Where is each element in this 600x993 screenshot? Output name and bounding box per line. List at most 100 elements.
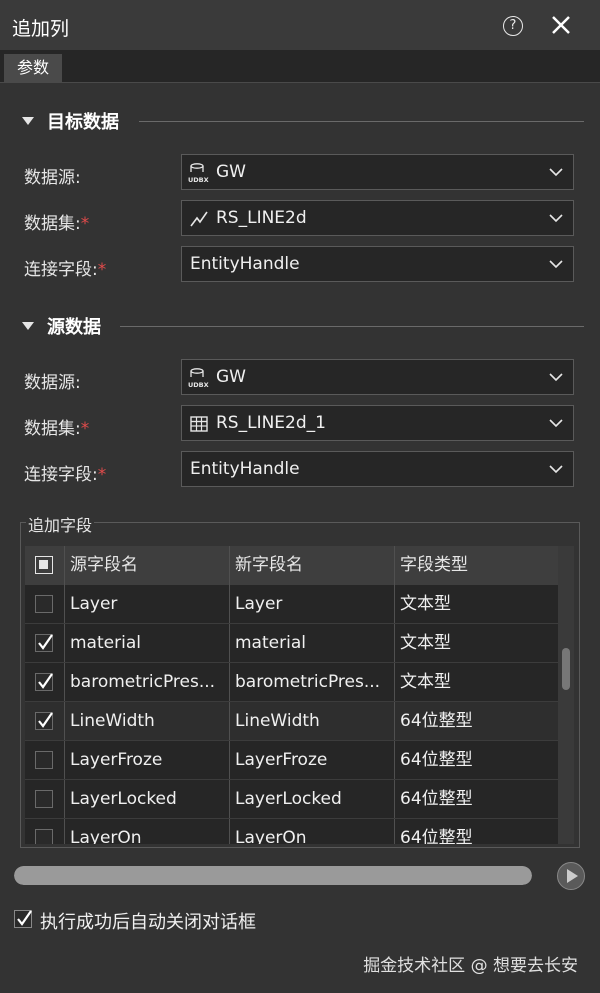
- close-icon[interactable]: [548, 12, 574, 38]
- row-checkbox-cell[interactable]: [25, 585, 64, 624]
- source-datasource-combo[interactable]: UDBX GW: [181, 359, 574, 395]
- checkmark-icon: [17, 910, 32, 926]
- required-mark: *: [97, 260, 107, 280]
- row-checkbox[interactable]: [35, 595, 53, 613]
- title-bar: 追加列 ?: [0, 0, 600, 50]
- chevron-down-icon: [549, 419, 563, 428]
- source-link-field-value: EntityHandle: [190, 459, 300, 479]
- run-button[interactable]: [557, 862, 585, 890]
- scrollbar-thumb[interactable]: [562, 648, 570, 690]
- source-section-title: 源数据: [47, 317, 101, 338]
- row-checkbox[interactable]: [35, 634, 53, 652]
- row-checkbox-cell[interactable]: [25, 624, 64, 663]
- line-dataset-icon: [190, 211, 208, 227]
- field-type-cell: 64位整型: [400, 711, 473, 731]
- select-all-checkbox[interactable]: [35, 556, 53, 574]
- source-datasource-value: GW: [216, 367, 246, 387]
- row-checkbox-cell[interactable]: [25, 780, 64, 819]
- target-dataset-label: 数据集:*: [24, 214, 90, 234]
- source-link-field-combo[interactable]: EntityHandle: [181, 451, 574, 487]
- row-checkbox[interactable]: [35, 790, 53, 808]
- target-datasource-combo[interactable]: UDBX GW: [181, 154, 574, 190]
- row-checkbox[interactable]: [35, 829, 53, 844]
- checkmark-icon: [38, 673, 53, 689]
- source-datasource-label: 数据源:: [24, 373, 81, 393]
- target-link-field-combo[interactable]: EntityHandle: [181, 246, 574, 282]
- auto-close-checkbox[interactable]: [14, 910, 32, 928]
- table-row[interactable]: LayerOn LayerOn 64位整型: [25, 819, 558, 844]
- target-section-header[interactable]: 目标数据: [22, 108, 584, 134]
- source-field-cell: barometricPres...: [70, 672, 216, 692]
- source-field-cell: LayerLocked: [70, 789, 177, 809]
- new-field-cell[interactable]: LayerFroze: [230, 741, 394, 780]
- row-checkbox[interactable]: [35, 751, 53, 769]
- row-checkbox[interactable]: [35, 673, 53, 691]
- target-datasource-label: 数据源:: [24, 168, 81, 188]
- source-link-field-label: 连接字段:*: [24, 465, 107, 485]
- required-mark: *: [97, 465, 107, 485]
- table-row[interactable]: LayerFroze LayerFroze 64位整型: [25, 741, 558, 780]
- udbx-datasource-icon: UDBX: [188, 163, 209, 183]
- row-checkbox-cell[interactable]: [25, 741, 64, 780]
- help-icon[interactable]: ?: [503, 16, 523, 36]
- source-field-cell: LayerOn: [70, 828, 142, 844]
- target-dataset-combo[interactable]: RS_LINE2d: [181, 200, 574, 236]
- section-divider: [139, 121, 584, 122]
- chevron-down-icon: [549, 465, 563, 474]
- select-all-cell[interactable]: [25, 546, 64, 585]
- table-row[interactable]: Layer Layer 文本型: [25, 585, 558, 624]
- source-section-header[interactable]: 源数据: [22, 313, 584, 339]
- target-section-title: 目标数据: [47, 112, 119, 133]
- row-checkbox[interactable]: [35, 712, 53, 730]
- new-field-cell[interactable]: LineWidth: [230, 702, 394, 741]
- vertical-scrollbar[interactable]: [558, 546, 574, 844]
- field-type-cell: 文本型: [400, 594, 451, 614]
- svg-text:UDBX: UDBX: [188, 381, 209, 388]
- chevron-down-icon: [549, 214, 563, 223]
- row-checkbox-cell[interactable]: [25, 663, 64, 702]
- tab-parameters[interactable]: 参数: [4, 54, 62, 82]
- source-field-cell: LineWidth: [70, 711, 155, 731]
- field-type-cell: 64位整型: [400, 828, 473, 844]
- append-fields-group-label: 追加字段: [26, 512, 95, 536]
- udbx-datasource-icon: UDBX: [188, 368, 209, 388]
- new-field-cell[interactable]: material: [230, 624, 394, 663]
- table-row[interactable]: LineWidth LineWidth 64位整型: [25, 702, 558, 741]
- field-type-cell: 64位整型: [400, 750, 473, 770]
- chevron-down-icon: [549, 373, 563, 382]
- new-field-cell[interactable]: LayerLocked: [230, 780, 394, 819]
- new-field-cell[interactable]: barometricPres...: [230, 663, 394, 702]
- chevron-down-icon: [549, 260, 563, 269]
- svg-text:UDBX: UDBX: [188, 176, 209, 183]
- column-header-source-field[interactable]: 源字段名: [65, 546, 229, 585]
- checkmark-icon: [38, 634, 53, 650]
- new-field-cell[interactable]: LayerOn: [230, 819, 394, 844]
- checkmark-icon: [38, 712, 53, 728]
- collapse-triangle-icon[interactable]: [22, 117, 34, 125]
- field-type-cell: 文本型: [400, 633, 451, 653]
- target-link-field-label: 连接字段:*: [24, 260, 107, 280]
- required-mark: *: [80, 419, 90, 439]
- field-type-cell: 文本型: [400, 672, 451, 692]
- progress-bar: [14, 866, 532, 885]
- column-header-field-type[interactable]: 字段类型: [395, 546, 558, 585]
- table-row[interactable]: material material 文本型: [25, 624, 558, 663]
- row-checkbox-cell[interactable]: [25, 819, 64, 844]
- new-field-cell[interactable]: Layer: [230, 585, 394, 624]
- source-field-cell: material: [70, 633, 141, 653]
- section-divider: [120, 326, 584, 327]
- watermark-text: 掘金技术社区 @ 想要去长安: [363, 956, 578, 976]
- table-row[interactable]: barometricPres... barometricPres... 文本型: [25, 663, 558, 702]
- column-header-new-field[interactable]: 新字段名: [230, 546, 394, 585]
- auto-close-label: 执行成功后自动关闭对话框: [40, 912, 256, 933]
- source-dataset-combo[interactable]: RS_LINE2d_1: [181, 405, 574, 441]
- row-checkbox-cell[interactable]: [25, 702, 64, 741]
- append-fields-table: 源字段名 新字段名 字段类型 Layer Layer 文本型 material mate…: [25, 546, 574, 844]
- play-icon: [567, 869, 578, 883]
- source-field-cell: LayerFroze: [70, 750, 163, 770]
- target-link-field-value: EntityHandle: [190, 254, 300, 274]
- collapse-triangle-icon[interactable]: [22, 322, 34, 330]
- table-row[interactable]: LayerLocked LayerLocked 64位整型: [25, 780, 558, 819]
- tab-strip: 参数: [0, 50, 600, 83]
- window-title: 追加列: [12, 18, 70, 40]
